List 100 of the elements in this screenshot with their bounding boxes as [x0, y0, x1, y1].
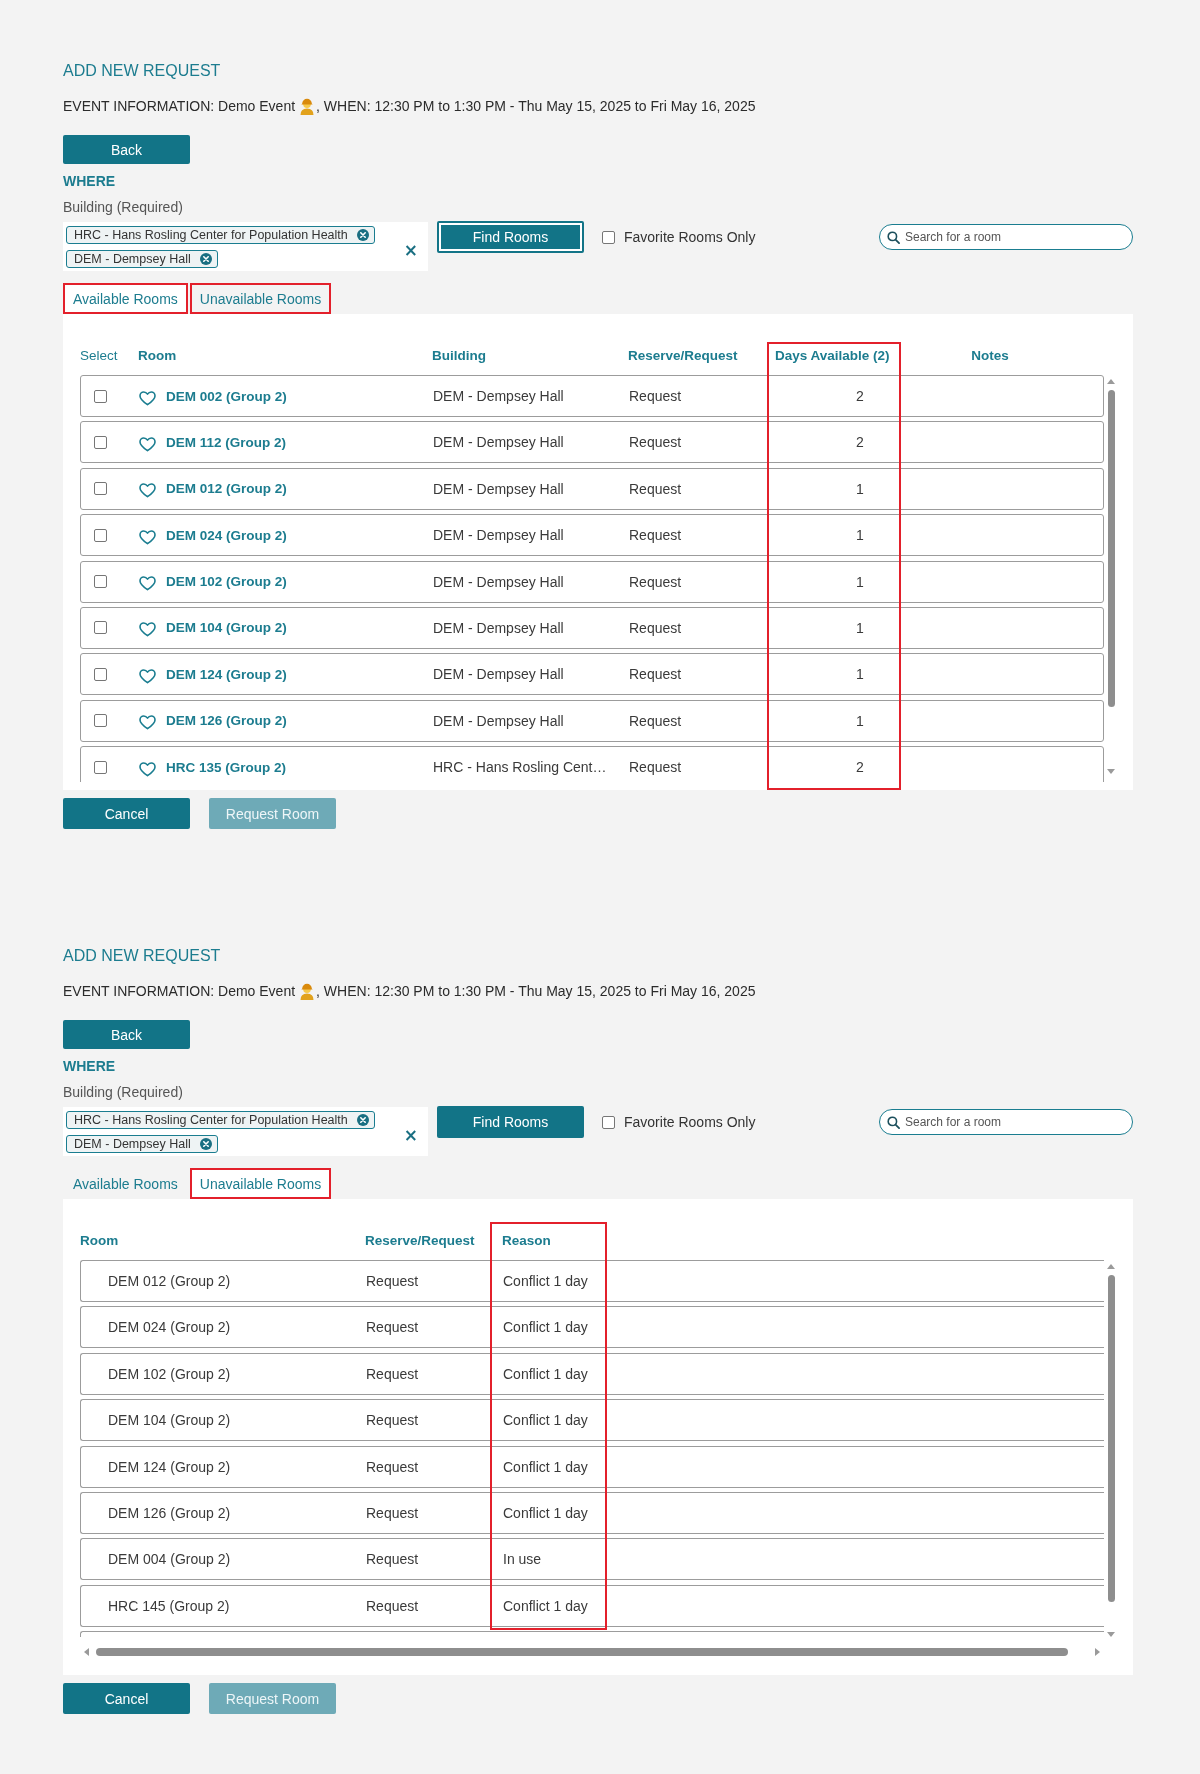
table-cell: 1 — [856, 712, 864, 729]
table-cell: Conflict 1 day — [503, 1458, 588, 1475]
scrollbar-thumb[interactable] — [1107, 390, 1115, 707]
table-cell: DEM - Dempsey Hall — [433, 666, 564, 683]
room-link[interactable]: HRC 135 (Group 2) — [166, 759, 287, 775]
column-header: Building — [432, 348, 486, 363]
scroll-right-icon[interactable] — [1095, 1647, 1100, 1656]
person-icon — [299, 982, 316, 1000]
checkbox[interactable] — [94, 435, 107, 449]
checkbox[interactable] — [602, 1115, 615, 1129]
section-heading: WHERE — [63, 172, 117, 190]
checkbox[interactable] — [94, 482, 107, 496]
room-link[interactable]: DEM 104 (Group 2) — [166, 620, 287, 636]
checkbox[interactable] — [94, 621, 107, 635]
heart-icon[interactable] — [139, 390, 156, 406]
scrollbar-thumb[interactable] — [1107, 1275, 1115, 1602]
room-link[interactable]: DEM 112 (Group 2) — [166, 434, 287, 450]
table-cell: Request — [629, 527, 682, 544]
table-cell: DEM - Dempsey Hall — [433, 434, 564, 451]
table-cell: DEM - Dempsey Hall — [433, 527, 564, 544]
field-label: Building (Required) — [63, 1083, 184, 1101]
remove-icon[interactable] — [199, 252, 212, 265]
table-cell: DEM - Dempsey Hall — [433, 573, 564, 590]
search-field[interactable]: Search for a room — [879, 1109, 1133, 1135]
room-link[interactable]: DEM 002 (Group 2) — [166, 388, 287, 404]
heart-icon[interactable] — [139, 529, 156, 545]
heart-icon[interactable] — [139, 761, 156, 777]
search-field[interactable]: Search for a room — [879, 224, 1133, 250]
room-link[interactable]: DEM 102 (Group 2) — [166, 574, 287, 590]
table-cell: 2 — [856, 759, 864, 776]
building-chip[interactable]: DEM - Dempsey Hall — [66, 1134, 218, 1153]
table-cell: DEM 024 (Group 2) — [108, 1319, 231, 1336]
cancel-button[interactable]: Cancel — [63, 1683, 190, 1714]
person-icon — [299, 97, 316, 115]
checkbox[interactable] — [602, 230, 615, 244]
building-select-field[interactable]: HRC - Hans Rosling Center for Population Health DEM - Dempsey Hall × — [63, 222, 428, 271]
table-cell: DEM - Dempsey Hall — [433, 712, 564, 729]
table-cell: 1 — [856, 527, 864, 544]
building-chip[interactable]: HRC - Hans Rosling Center for Population Health — [66, 225, 375, 244]
table-cell: HRC 145 (Group 2) — [108, 1597, 230, 1614]
room-link[interactable]: DEM 124 (Group 2) — [166, 666, 287, 682]
remove-icon[interactable] — [356, 1113, 369, 1126]
table-cell: 1 — [856, 619, 864, 636]
heart-icon[interactable] — [139, 715, 156, 731]
room-link[interactable]: DEM 024 (Group 2) — [166, 527, 287, 543]
table-cell: Request — [366, 1412, 419, 1429]
table-cell: 1 — [856, 573, 864, 590]
event-info-text: EVENT INFORMATION: Demo Event — [63, 982, 296, 1000]
scroll-up-icon[interactable] — [1107, 1264, 1115, 1269]
scroll-down-icon[interactable] — [1107, 1632, 1115, 1637]
table-cell: DEM 124 (Group 2) — [108, 1458, 231, 1475]
checkbox[interactable] — [94, 389, 107, 403]
building-chip[interactable]: DEM - Dempsey Hall — [66, 249, 218, 268]
table-cell: Request — [629, 712, 682, 729]
scrollbar-thumb[interactable] — [96, 1647, 1068, 1656]
search-icon — [887, 231, 900, 244]
find-rooms-button[interactable]: Find Rooms — [437, 221, 584, 253]
checkbox-label[interactable]: Favorite Rooms Only — [624, 1114, 756, 1130]
checkbox[interactable] — [94, 714, 107, 728]
table-cell: Request — [366, 1273, 419, 1289]
table-cell: Request — [629, 388, 682, 404]
tab[interactable]: Unavailable Rooms — [189, 1168, 332, 1199]
clear-button[interactable]: × — [401, 240, 420, 259]
heart-icon[interactable] — [139, 483, 156, 499]
checkbox[interactable] — [94, 667, 107, 681]
tab[interactable]: Available Rooms — [63, 283, 188, 314]
table-cell: 1 — [856, 666, 864, 683]
table-cell: Request — [366, 1365, 419, 1382]
checkbox-label[interactable]: Favorite Rooms Only — [624, 229, 756, 245]
column-header: Days Available (2) — [775, 348, 890, 363]
building-select-field[interactable]: HRC - Hans Rosling Center for Population Health DEM - Dempsey Hall × — [63, 1107, 428, 1156]
room-link[interactable]: DEM 012 (Group 2) — [166, 481, 287, 497]
scroll-up-icon[interactable] — [1107, 379, 1115, 384]
heart-icon[interactable] — [139, 622, 156, 638]
table-cell: In use — [503, 1551, 542, 1568]
back-button[interactable]: Back — [63, 1020, 190, 1049]
checkbox[interactable] — [94, 575, 107, 589]
checkbox[interactable] — [94, 528, 107, 542]
find-rooms-button[interactable]: Find Rooms — [437, 1106, 584, 1138]
remove-icon[interactable] — [356, 228, 369, 241]
scroll-left-icon[interactable] — [84, 1647, 89, 1656]
checkbox[interactable] — [94, 760, 107, 774]
clear-button[interactable]: × — [401, 1125, 420, 1144]
building-chip[interactable]: HRC - Hans Rosling Center for Population Health — [66, 1110, 375, 1129]
event-info-text: , WHEN: 12:30 PM to 1:30 PM - Thu May 15, 2025 to Fri May 16, 2025 — [316, 982, 756, 1000]
remove-icon[interactable] — [199, 1137, 212, 1150]
table-cell: Request — [629, 759, 682, 776]
heart-icon[interactable] — [139, 576, 156, 592]
room-link[interactable]: DEM 126 (Group 2) — [166, 713, 287, 729]
tab[interactable]: Available Rooms — [63, 1168, 188, 1199]
cancel-button[interactable]: Cancel — [63, 798, 190, 829]
column-header: Reason — [502, 1233, 551, 1248]
heart-icon[interactable] — [139, 436, 156, 452]
heart-icon[interactable] — [139, 668, 156, 684]
scroll-down-icon[interactable] — [1107, 769, 1115, 774]
table-cell: Conflict 1 day — [503, 1273, 588, 1289]
table-cell: Conflict 1 day — [503, 1504, 588, 1521]
event-info-text: EVENT INFORMATION: Demo Event — [63, 97, 296, 115]
back-button[interactable]: Back — [63, 135, 190, 164]
tab[interactable]: Unavailable Rooms — [189, 283, 332, 314]
